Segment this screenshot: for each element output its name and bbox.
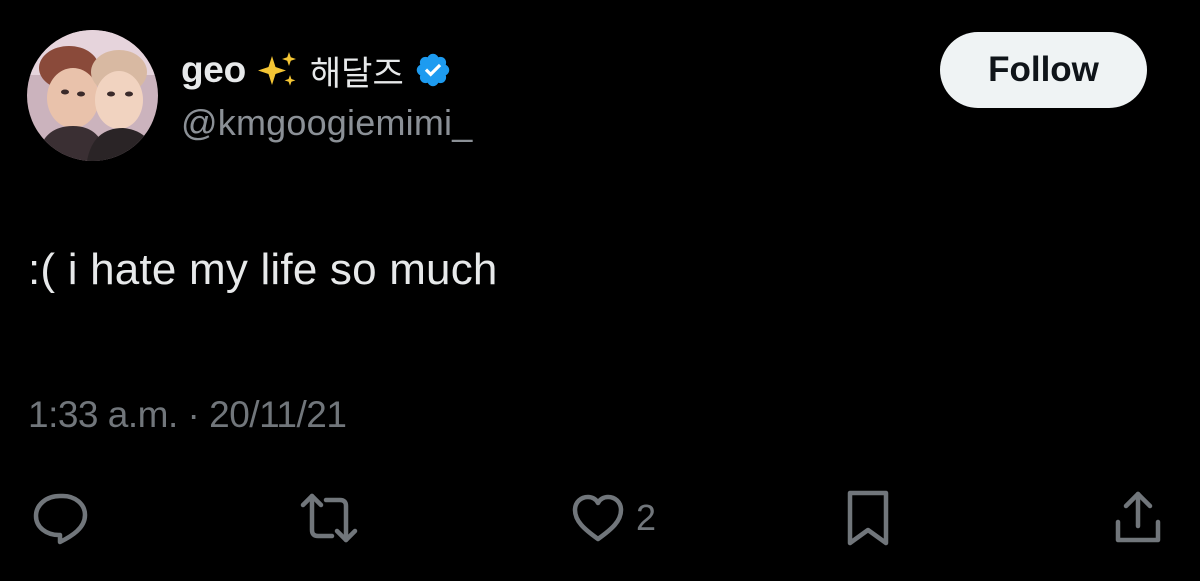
author-name-row[interactable]: geo 해달즈 xyxy=(181,48,452,94)
share-icon xyxy=(1115,491,1161,543)
reply-button[interactable] xyxy=(30,488,92,548)
verified-badge-icon xyxy=(414,51,452,89)
heart-icon xyxy=(572,494,624,542)
korean-name: 해달즈 xyxy=(309,53,404,94)
retweet-button[interactable] xyxy=(298,488,360,548)
avatar[interactable] xyxy=(27,30,158,161)
like-count: 2 xyxy=(636,497,657,538)
bookmark-button[interactable] xyxy=(842,488,894,548)
share-button[interactable] xyxy=(1110,488,1166,548)
follow-button[interactable]: Follow xyxy=(940,32,1147,108)
tweet-date: 20/11/21 xyxy=(209,394,347,435)
display-name[interactable]: geo xyxy=(181,49,246,91)
bookmark-icon xyxy=(847,490,889,546)
reply-icon xyxy=(33,493,88,545)
action-bar: 2 xyxy=(0,488,1200,548)
tweet-time: 1:33 a.m. xyxy=(28,394,178,435)
tweet-text: :( i hate my life so much xyxy=(28,245,498,294)
retweet-icon xyxy=(300,493,358,543)
tweet-card: geo 해달즈 @kmgoogiemimi_ Follow :( i hate … xyxy=(0,0,1200,581)
like-button[interactable]: 2 xyxy=(570,488,656,548)
meta-separator: · xyxy=(187,394,200,435)
author-handle[interactable]: @kmgoogiemimi_ xyxy=(181,102,472,144)
sparkles-emoji-icon xyxy=(254,50,298,90)
tweet-timestamp[interactable]: 1:33 a.m. · 20/11/21 xyxy=(28,394,347,436)
